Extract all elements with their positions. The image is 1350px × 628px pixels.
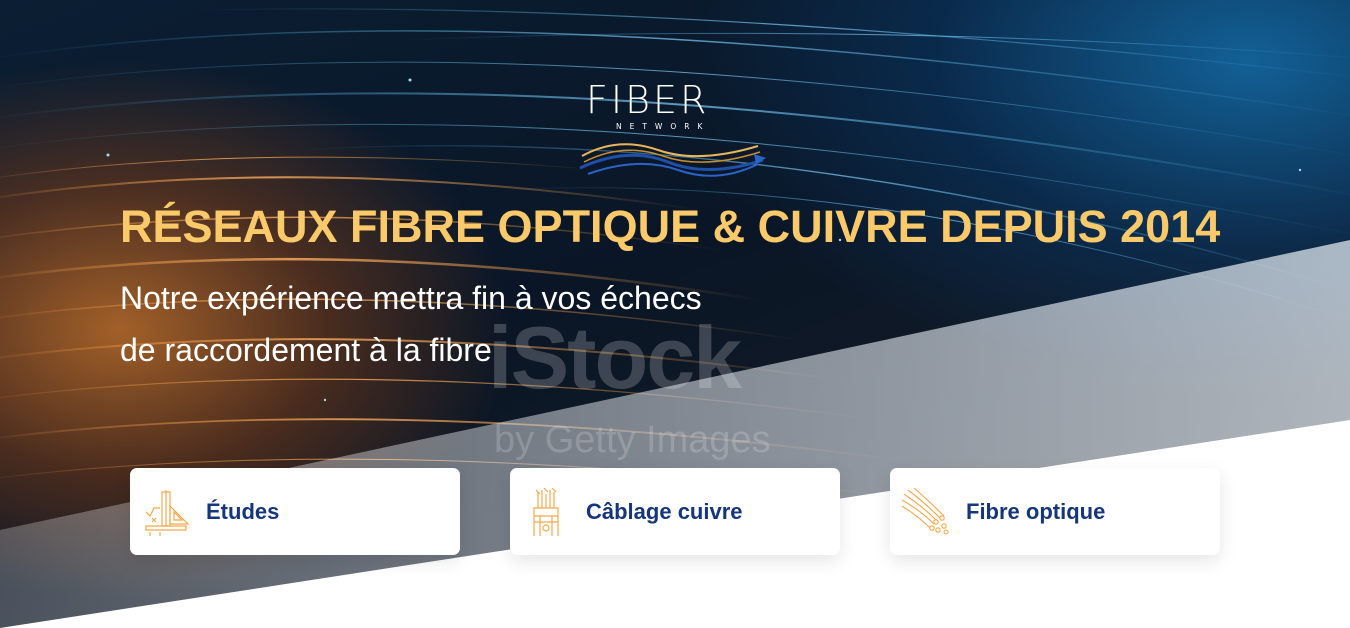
drafting-tools-icon: [138, 484, 194, 540]
hero-subline-line-2: de raccordement à la fibre: [120, 332, 492, 368]
copper-cable-icon: [518, 484, 574, 540]
logo-wordmark: FIBER: [586, 78, 710, 122]
card-cablage-cuivre-label: Câblage cuivre: [586, 498, 743, 524]
card-cablage-cuivre[interactable]: Câblage cuivre: [510, 468, 840, 555]
hero-headline: RÉSEAUX FIBRE OPTIQUE & CUIVRE DEPUIS 20…: [120, 201, 1221, 252]
card-fibre-optique-label: Fibre optique: [966, 498, 1106, 524]
logo-swoosh-icon: [579, 143, 766, 177]
card-etudes[interactable]: Études: [130, 468, 460, 555]
hero-subline-line-1: Notre expérience mettra fin à vos échecs: [120, 280, 702, 316]
hero-banner: FIBER NETWORK RÉSEAUX FIBRE OPTIQUE & CU…: [0, 0, 1350, 628]
fiber-network-logo[interactable]: FIBER NETWORK: [578, 78, 768, 188]
fiber-strands-icon: [898, 484, 954, 540]
card-fibre-optique[interactable]: Fibre optique: [890, 468, 1220, 555]
logo-subtitle: NETWORK: [616, 122, 711, 131]
hero-subline: Notre expérience mettra fin à vos échecs…: [120, 272, 702, 376]
card-etudes-label: Études: [206, 498, 280, 524]
